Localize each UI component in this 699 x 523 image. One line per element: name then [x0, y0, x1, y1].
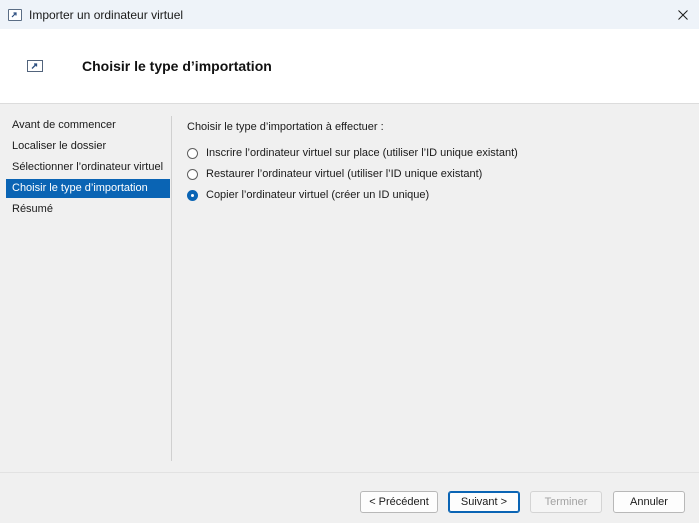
- close-icon[interactable]: [667, 0, 699, 29]
- finish-button: Terminer: [530, 491, 602, 513]
- option-label: Inscrire l’ordinateur virtuel sur place …: [206, 147, 518, 159]
- option-label: Copier l’ordinateur virtuel (créer un ID…: [206, 189, 430, 201]
- window-title: Importer un ordinateur virtuel: [29, 7, 184, 22]
- option-label: Restaurer l’ordinateur virtuel (utiliser…: [206, 168, 483, 180]
- wizard-steps-nav: Avant de commencer Localiser le dossier …: [6, 116, 170, 221]
- vm-import-icon: [8, 8, 22, 21]
- option-register-in-place[interactable]: Inscrire l’ordinateur virtuel sur place …: [187, 143, 677, 163]
- nav-step-before-you-begin[interactable]: Avant de commencer: [6, 116, 170, 135]
- wizard-header: Choisir le type d’importation: [0, 29, 699, 104]
- nav-divider: [171, 116, 172, 461]
- import-type-panel: Choisir le type d’importation à effectue…: [187, 121, 677, 206]
- nav-step-import-type[interactable]: Choisir le type d’importation: [6, 179, 170, 198]
- nav-step-select-vm[interactable]: Sélectionner l’ordinateur virtuel: [6, 158, 170, 177]
- page-title: Choisir le type d’importation: [82, 58, 272, 74]
- option-copy[interactable]: Copier l’ordinateur virtuel (créer un ID…: [187, 185, 677, 205]
- cancel-button[interactable]: Annuler: [613, 491, 685, 513]
- previous-button[interactable]: < Précédent: [360, 491, 438, 513]
- next-button[interactable]: Suivant >: [448, 491, 520, 513]
- nav-step-locate-folder[interactable]: Localiser le dossier: [6, 137, 170, 156]
- nav-step-summary[interactable]: Résumé: [6, 200, 170, 219]
- radio-button[interactable]: [187, 168, 198, 180]
- vm-import-icon: [27, 60, 43, 72]
- footer-divider: [0, 472, 699, 473]
- radio-button[interactable]: [187, 147, 198, 159]
- import-type-prompt: Choisir le type d’importation à effectue…: [187, 121, 384, 133]
- import-vm-dialog: Importer un ordinateur virtuel Choisir l…: [0, 0, 699, 523]
- option-restore[interactable]: Restaurer l’ordinateur virtuel (utiliser…: [187, 164, 677, 184]
- radio-button-selected[interactable]: [187, 189, 198, 201]
- title-bar[interactable]: Importer un ordinateur virtuel: [0, 0, 699, 29]
